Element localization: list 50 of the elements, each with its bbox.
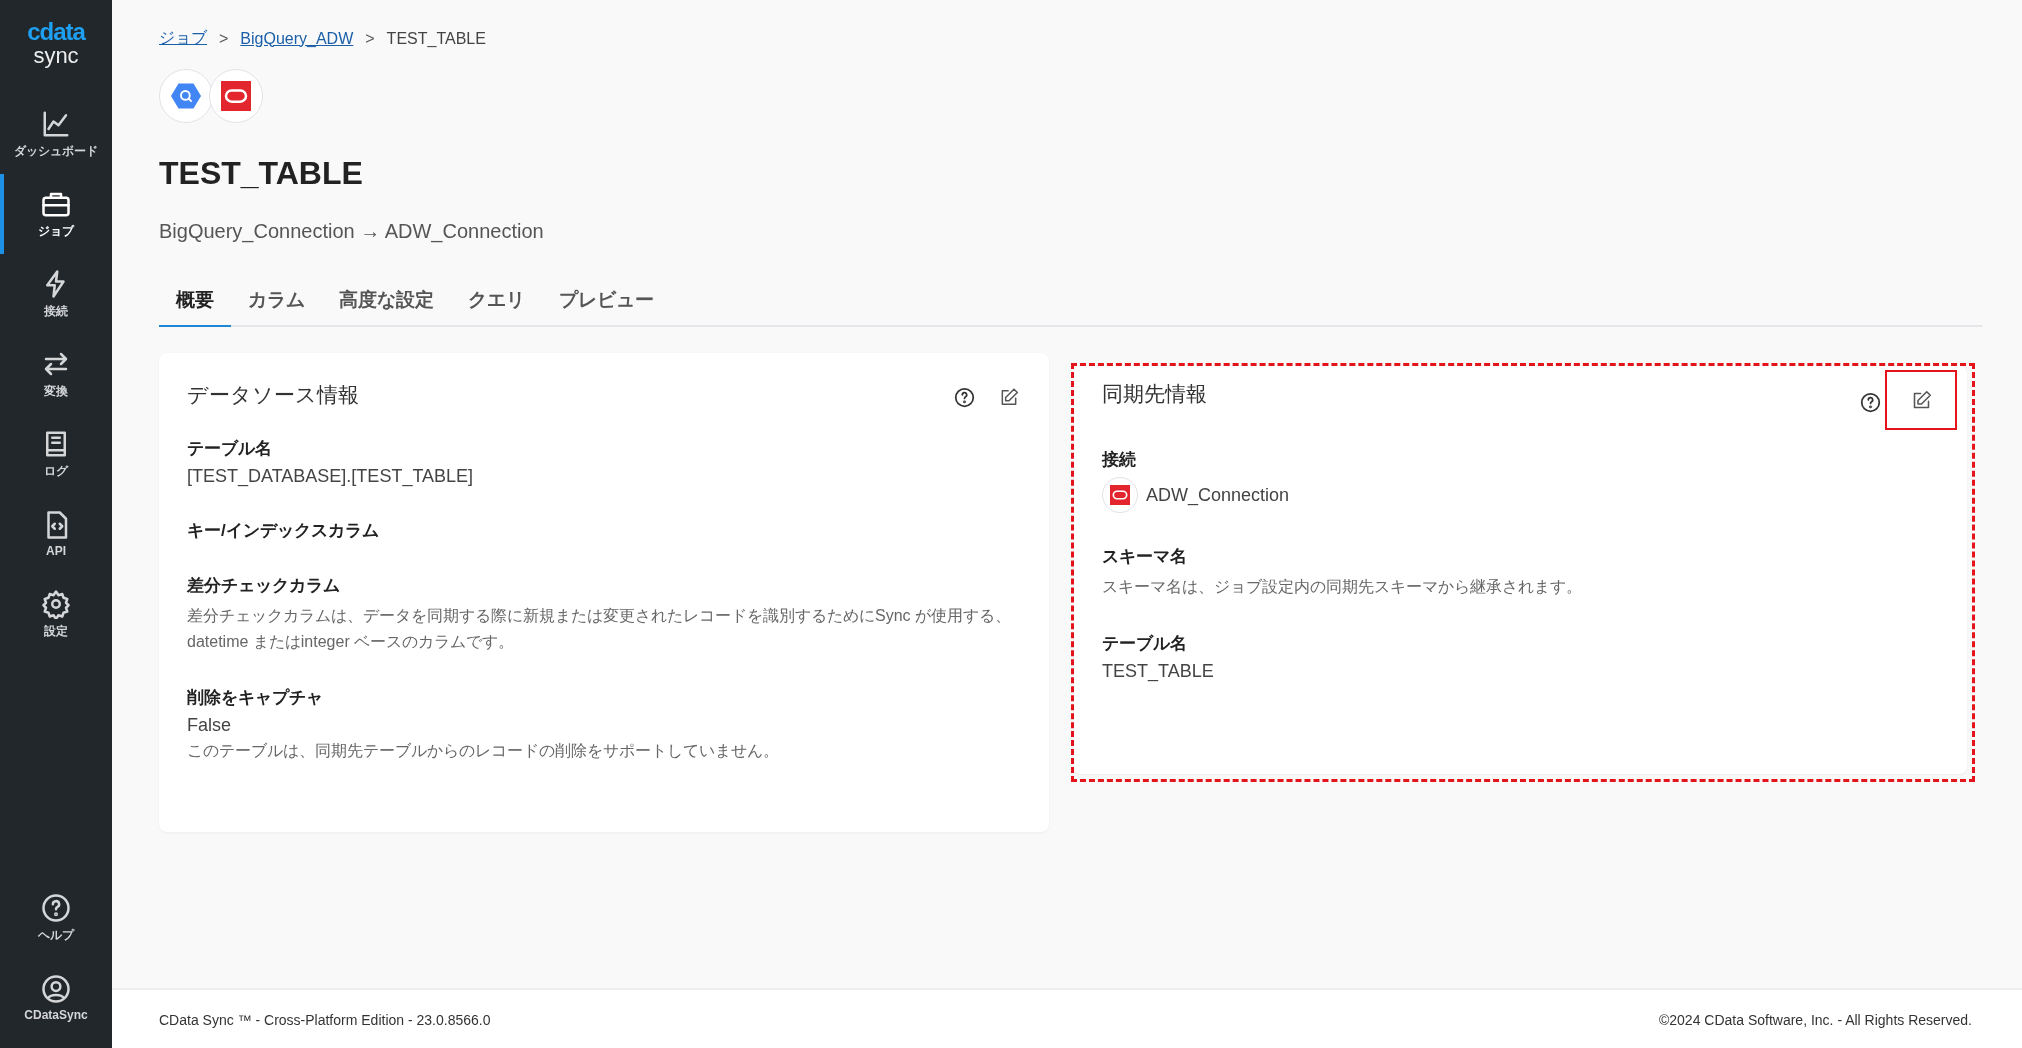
nav-item[interactable]: CDataSync [0,958,108,1038]
tab[interactable]: 概要 [159,281,231,327]
breadcrumb-link[interactable]: BigQuery_ADW [240,29,354,48]
bigquery-logo-icon [159,69,213,123]
version-text: CData Sync ™ - Cross-Platform Edition - 23.0.8566.0 [159,1012,491,1028]
help-icon[interactable] [954,386,975,408]
breadcrumb-separator: > [219,29,229,48]
copyright-text: ©2024 CData Software, Inc. - All Rights Reserved. [1659,1012,1972,1028]
logo-product: sync [33,44,79,69]
nav-item[interactable]: ダッシュボード [0,94,108,175]
edit-icon [999,386,1019,408]
card-title: 同期先情報 [1102,381,1207,407]
connection-path: BigQuery_Connection → ADW_Connection [159,220,545,243]
field-description: 差分チェックカラムは、データを同期する際に新規または変更されたレコードを識別するためにSync が使用する、datetime またはinteger ベースのカラムです。 [187,606,1012,652]
tab[interactable]: カラム [231,281,322,327]
nav-item[interactable]: ヘルプ [0,878,108,958]
tab[interactable]: 高度な設定 [322,281,451,327]
nav-item[interactable]: 接続 [0,254,108,335]
field-label: テーブル名 [1102,632,1188,655]
nav-item[interactable]: ログ [0,414,108,495]
help-icon [41,892,71,923]
logo-brand: cdata [27,20,85,44]
field-label: 削除をキャプチャ [187,687,324,710]
card-title: データソース情報 [187,382,359,408]
nav-item[interactable]: 変換 [0,334,108,415]
field-value: [TEST_DATABASE].[TEST_TABLE] [187,466,475,487]
oracle-logo-icon [209,69,263,123]
user-icon [41,974,71,1004]
page-title: TEST_TABLE [159,155,364,192]
field-description: スキーマ名は、ジョブ設定内の同期先スキーマから継承されます。 [1102,577,1583,597]
field-description: このテーブルは、同期先テーブルからのレコードの削除をサポートしていません。 [187,741,780,762]
field-label: 差分チェックカラム [187,575,341,597]
nav-item[interactable]: API [0,494,108,575]
tab[interactable]: クエリ [451,281,542,327]
field-label: スキーマ名 [1102,546,1188,568]
settings-icon [41,588,71,619]
help-icon[interactable] [1860,391,1881,413]
breadcrumb-link[interactable]: ジョブ [159,28,207,49]
edit-button[interactable] [1885,370,1957,430]
field-label: テーブル名 [187,438,273,460]
field-value: TEST_TABLE [1102,660,1215,682]
nav-item[interactable]: ジョブ [0,174,108,255]
field-value: False [187,715,232,737]
nav-item[interactable]: 設定 [0,574,108,655]
tab[interactable]: プレビュー [542,281,671,327]
connection-name: ADW_Connection [1146,484,1290,506]
breadcrumb-current: TEST_TABLE [386,29,486,48]
field-label: 接続 [1102,449,1137,471]
breadcrumb-separator: > [365,29,375,48]
field-label: キー/インデックスカラム [187,520,380,542]
